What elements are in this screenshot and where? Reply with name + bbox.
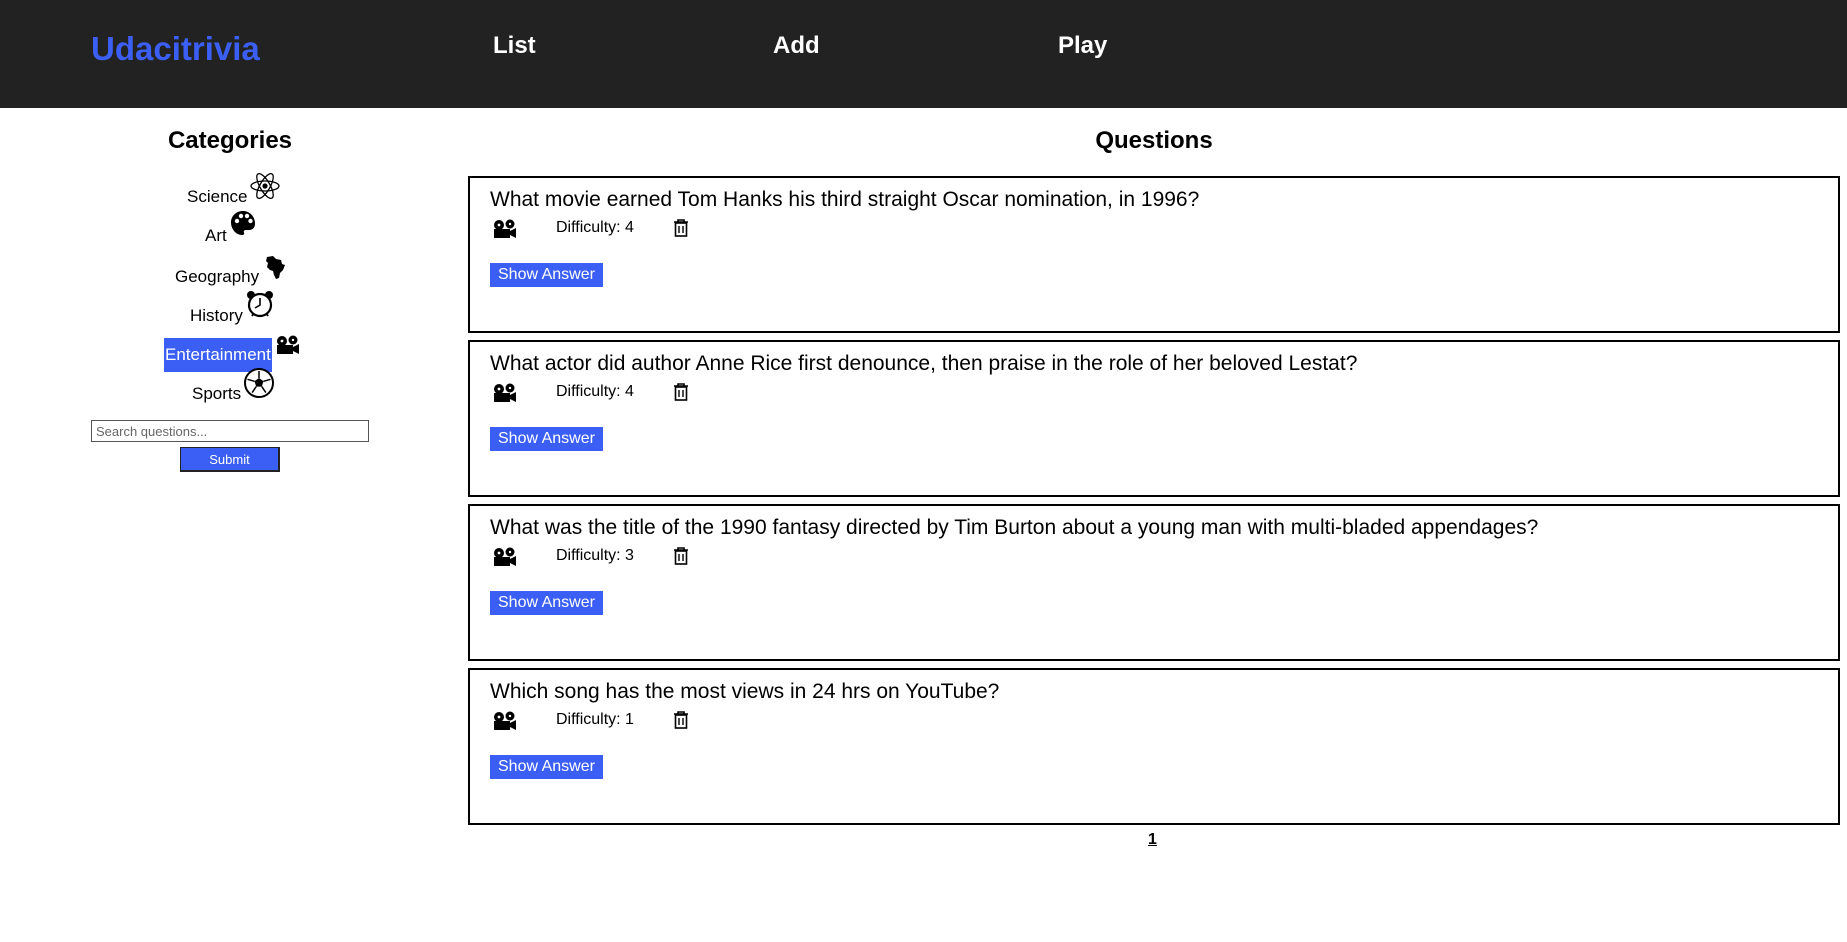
difficulty-label: Difficulty: 1 [556, 711, 634, 728]
category-label: Art [205, 226, 227, 245]
trash-icon[interactable] [672, 710, 690, 730]
film-camera-icon [490, 710, 518, 734]
difficulty-label: Difficulty: 3 [556, 547, 634, 564]
pagination-page-1[interactable]: 1 [1148, 831, 1157, 849]
show-answer-button[interactable]: Show Answer [490, 591, 603, 615]
top-nav-bar: Udacitrivia List Add Play [0, 0, 1847, 108]
nav-play-link[interactable]: Play [1058, 32, 1107, 60]
categories-heading: Categories [167, 127, 293, 154]
question-card: Which song has the most views in 24 hrs … [468, 668, 1840, 825]
question-text: What was the title of the 1990 fantasy d… [490, 516, 1539, 539]
show-answer-button[interactable]: Show Answer [490, 263, 603, 287]
question-card: What was the title of the 1990 fantasy d… [468, 504, 1840, 661]
trash-icon[interactable] [672, 218, 690, 238]
category-art[interactable]: Art [204, 211, 261, 253]
trash-icon[interactable] [672, 382, 690, 402]
film-camera-icon [273, 334, 305, 366]
palette-icon [229, 209, 261, 241]
question-text: Which song has the most views in 24 hrs … [490, 680, 1000, 703]
question-text: What actor did author Anne Rice first de… [490, 352, 1358, 375]
film-camera-icon [490, 382, 518, 406]
alarm-clock-icon [245, 289, 277, 321]
nav-add-link[interactable]: Add [773, 32, 820, 60]
category-label: Sports [192, 384, 242, 403]
question-card: What movie earned Tom Hanks his third st… [468, 176, 1840, 333]
difficulty-label: Difficulty: 4 [556, 219, 634, 236]
category-history[interactable]: History [189, 291, 277, 333]
question-text: What movie earned Tom Hanks his third st… [490, 188, 1200, 211]
search-input[interactable] [91, 420, 369, 442]
submit-button[interactable]: Submit [180, 447, 280, 472]
trash-icon[interactable] [672, 546, 690, 566]
nav-list-link[interactable]: List [493, 32, 536, 60]
brand-logo[interactable]: Udacitrivia [91, 30, 260, 68]
show-answer-button[interactable]: Show Answer [490, 427, 603, 451]
category-entertainment[interactable]: Entertainment [164, 335, 305, 372]
difficulty-label: Difficulty: 4 [556, 383, 634, 400]
questions-heading: Questions [1095, 127, 1213, 154]
category-sports[interactable]: Sports [191, 368, 275, 411]
film-camera-icon [490, 218, 518, 242]
africa-icon [261, 254, 293, 286]
show-answer-button[interactable]: Show Answer [490, 755, 603, 779]
soccer-ball-icon [243, 367, 275, 399]
film-camera-icon [490, 546, 518, 570]
category-label: History [190, 306, 243, 325]
question-card: What actor did author Anne Rice first de… [468, 340, 1840, 497]
atom-icon [249, 170, 281, 202]
